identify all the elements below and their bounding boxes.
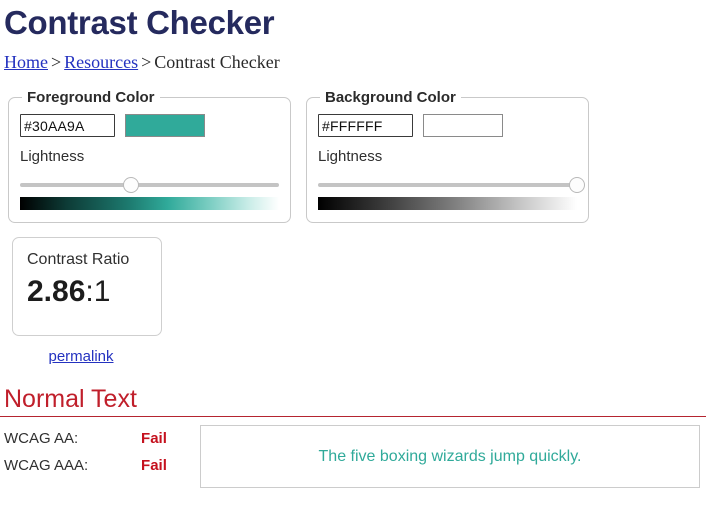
foreground-gradient-strip <box>20 197 279 210</box>
permalink-container: permalink <box>0 336 162 366</box>
background-hex-input[interactable] <box>318 114 413 137</box>
wcag-aaa-label: WCAG AAA: <box>4 457 89 474</box>
slider-track <box>20 183 279 187</box>
slider-thumb[interactable] <box>569 177 585 193</box>
foreground-panel-legend: Foreground Color <box>27 89 155 106</box>
breadcrumb-current: Contrast Checker <box>154 52 280 72</box>
results-row: WCAG AA: Fail WCAG AAA: Fail The five bo… <box>0 417 706 488</box>
foreground-swatch-row <box>20 114 279 137</box>
foreground-color-panel: Foreground Color Lightness <box>8 89 291 223</box>
contrast-checker-page: Contrast Checker Home > Resources > Contrast… <box>0 0 706 518</box>
page-title: Contrast Checker <box>4 4 275 41</box>
background-panel-legend: Background Color <box>325 89 456 106</box>
breadcrumb-link-resources[interactable]: Resources <box>64 52 138 72</box>
table-row: WCAG AA: Fail <box>4 425 184 452</box>
permalink-link[interactable]: permalink <box>48 348 113 365</box>
background-lightness-slider[interactable] <box>318 177 585 193</box>
slider-track <box>318 183 577 187</box>
sample-text-preview: The five boxing wizards jump quickly. <box>200 425 700 488</box>
wcag-aaa-result: Fail <box>141 457 167 474</box>
wcag-aa-label: WCAG AA: <box>4 430 79 447</box>
sample-text: The five boxing wizards jump quickly. <box>318 447 582 465</box>
breadcrumb: Home > Resources > Contrast Checker <box>0 42 706 72</box>
foreground-lightness-label: Lightness <box>20 148 85 165</box>
normal-text-section-title: Normal Text <box>4 385 137 413</box>
contrast-ratio-card: Contrast Ratio 2.86:1 <box>12 237 162 336</box>
background-swatch-row <box>318 114 577 137</box>
background-color-panel: Background Color Lightness <box>306 89 589 223</box>
foreground-color-swatch[interactable] <box>125 114 205 137</box>
breadcrumb-link-home[interactable]: Home <box>4 52 48 72</box>
table-row: WCAG AAA: Fail <box>4 452 184 479</box>
contrast-ratio-value: 2.86:1 <box>27 275 161 309</box>
breadcrumb-separator: > <box>51 52 62 72</box>
contrast-ratio-label: Contrast Ratio <box>27 251 130 268</box>
slider-thumb[interactable] <box>123 177 140 193</box>
wcag-results-table: WCAG AA: Fail WCAG AAA: Fail <box>4 425 184 479</box>
breadcrumb-separator: > <box>141 52 152 72</box>
background-gradient-strip <box>318 197 577 210</box>
contrast-ratio-number: 2.86 <box>27 275 86 308</box>
foreground-hex-input[interactable] <box>20 114 115 137</box>
wcag-aa-result: Fail <box>141 430 167 447</box>
background-lightness-label: Lightness <box>318 148 383 165</box>
background-color-swatch[interactable] <box>423 114 503 137</box>
contrast-ratio-suffix: :1 <box>85 275 111 308</box>
foreground-lightness-slider[interactable] <box>20 177 279 193</box>
color-panels: Foreground Color Lightness Background Co… <box>0 72 706 223</box>
